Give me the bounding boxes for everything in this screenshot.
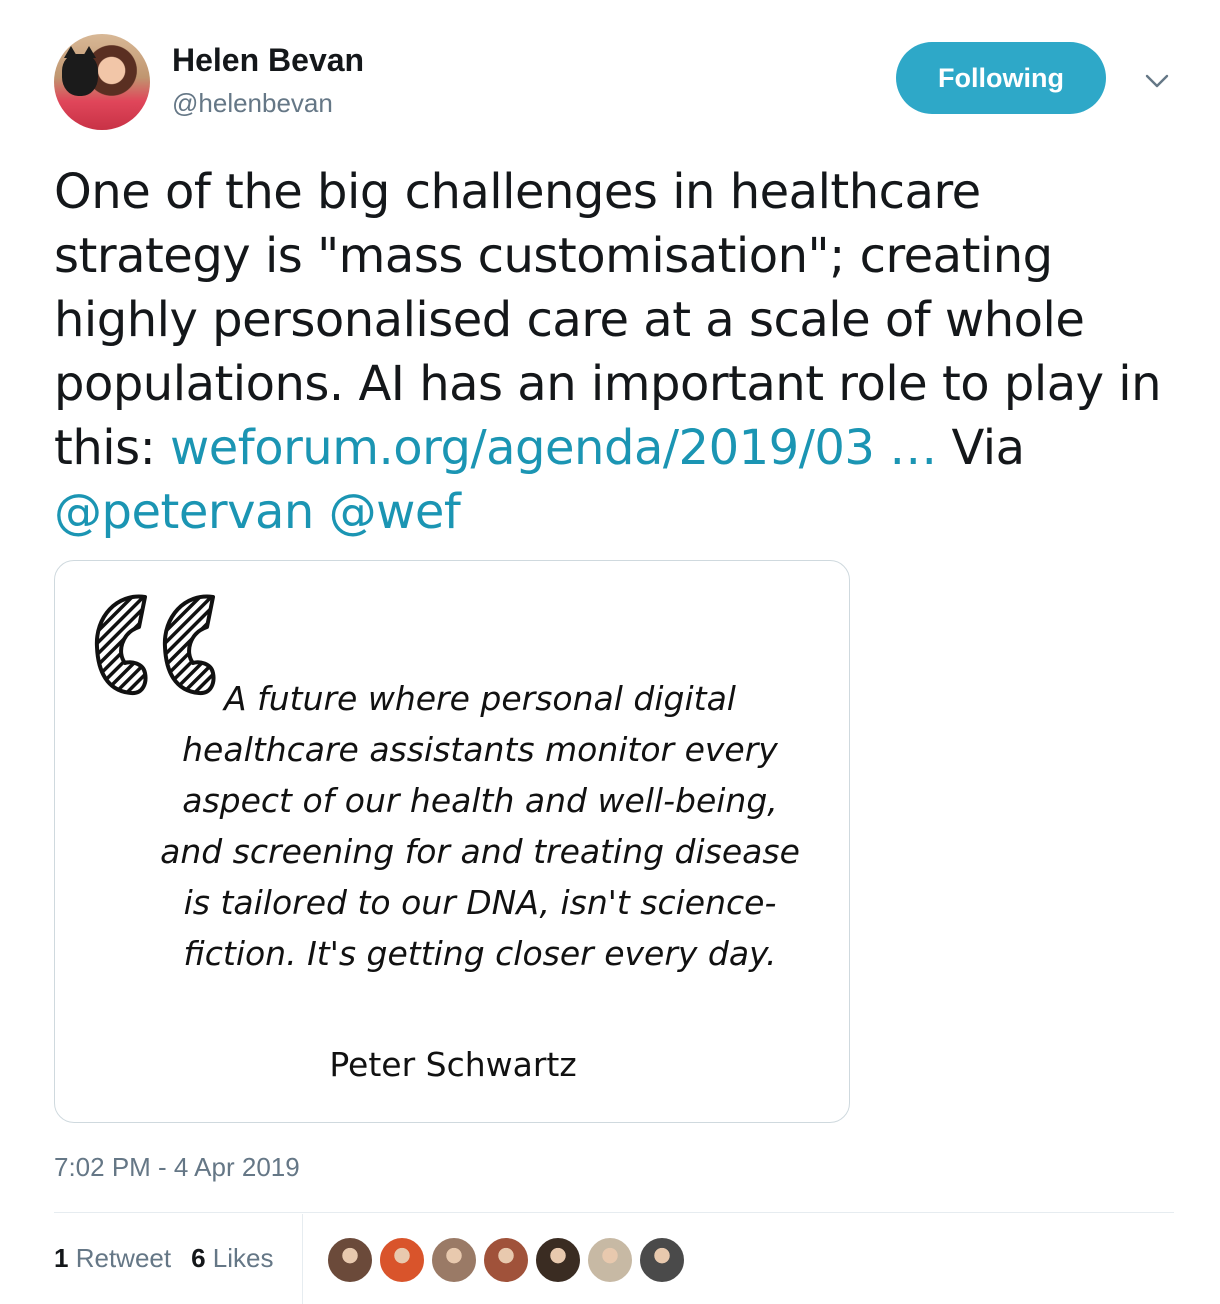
mention-wef[interactable]: @wef bbox=[329, 484, 461, 540]
chevron-down-icon[interactable] bbox=[1144, 68, 1170, 94]
author-name[interactable]: Helen Bevan bbox=[172, 42, 364, 79]
author-handle[interactable]: @helenbevan bbox=[172, 88, 333, 119]
quote-author: Peter Schwartz bbox=[329, 1045, 577, 1084]
liker-avatar-6[interactable] bbox=[586, 1236, 634, 1284]
following-button[interactable]: Following bbox=[896, 42, 1106, 114]
quote-text: A future where personal digital healthca… bbox=[160, 679, 800, 973]
tweet-timestamp[interactable]: 7:02 PM - 4 Apr 2019 bbox=[54, 1152, 300, 1183]
tweet-stats: 1 Retweet 6 Likes bbox=[54, 1243, 274, 1274]
stats-vertical-divider bbox=[302, 1214, 303, 1304]
author-avatar[interactable] bbox=[54, 34, 150, 130]
liker-avatar-2[interactable] bbox=[378, 1236, 426, 1284]
tweet-text: One of the big challenges in healthcare … bbox=[54, 160, 1174, 544]
like-count: 6 bbox=[191, 1243, 206, 1273]
avatar-cat-shape bbox=[62, 46, 98, 96]
mention-petervan[interactable]: @petervan bbox=[54, 484, 314, 540]
liker-avatar-3[interactable] bbox=[430, 1236, 478, 1284]
liker-avatar-7[interactable] bbox=[638, 1236, 686, 1284]
liker-avatars bbox=[326, 1236, 686, 1284]
retweet-count: 1 bbox=[54, 1243, 69, 1273]
retweet-label: Retweet bbox=[75, 1243, 172, 1273]
retweet-stat[interactable]: 1 Retweet bbox=[54, 1243, 171, 1274]
via-text: Via bbox=[936, 420, 1025, 476]
like-stat[interactable]: 6 Likes bbox=[191, 1243, 273, 1274]
liker-avatar-5[interactable] bbox=[534, 1236, 582, 1284]
liker-avatar-4[interactable] bbox=[482, 1236, 530, 1284]
liker-avatar-1[interactable] bbox=[326, 1236, 374, 1284]
article-link[interactable]: weforum.org/agenda/2019/03 … bbox=[170, 420, 937, 476]
like-label: Likes bbox=[212, 1243, 274, 1273]
quote-image-card[interactable]: A future where personal digital healthca… bbox=[54, 560, 850, 1123]
stats-divider bbox=[54, 1212, 1174, 1213]
